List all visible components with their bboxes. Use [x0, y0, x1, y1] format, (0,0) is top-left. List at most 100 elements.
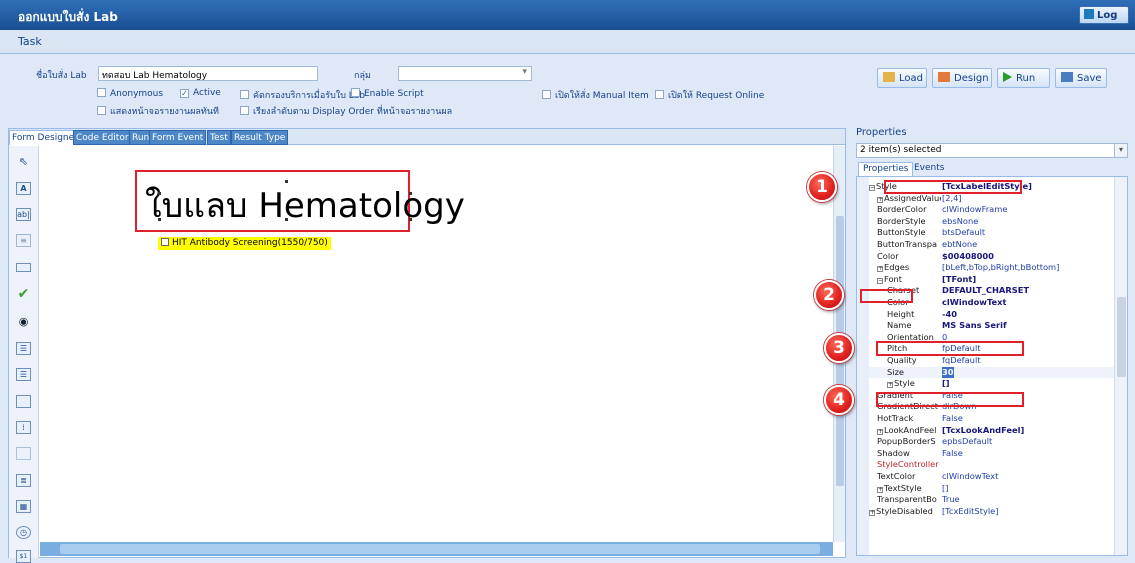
property-row[interactable]: ButtonStyle btsDefault	[869, 227, 1115, 238]
property-row[interactable]: Shadow False	[869, 448, 1115, 459]
canvas-title-label[interactable]: ใบแลบ Hematology	[145, 178, 465, 232]
property-value[interactable]: btsDefault	[942, 227, 1114, 238]
enable-script-checkbox[interactable]: Enable Script	[351, 88, 424, 99]
group-select[interactable]: ▾	[398, 66, 532, 81]
property-value[interactable]: 30	[942, 366, 954, 378]
property-row[interactable]: StyleController	[869, 459, 1115, 470]
property-value[interactable]: [TcxEditStyle]	[942, 506, 1114, 517]
property-value[interactable]: []	[942, 483, 1114, 494]
property-row[interactable]: Size 30	[869, 366, 1115, 378]
property-value[interactable]: DEFAULT_CHARSET	[942, 285, 1114, 296]
resize-handle[interactable]	[158, 192, 161, 195]
property-value[interactable]: True	[942, 494, 1114, 505]
property-row[interactable]: BorderColor clWindowFrame	[869, 204, 1115, 215]
memo-tool-icon[interactable]: ≡	[16, 234, 31, 247]
property-row[interactable]: Quality fqDefault	[869, 355, 1115, 366]
tab-events[interactable]: Events	[910, 162, 948, 176]
property-row[interactable]: +LookAndFeel [TcxLookAndFeel]	[869, 425, 1115, 436]
property-value[interactable]: False	[942, 413, 1114, 424]
resize-handle[interactable]	[285, 180, 288, 183]
property-value[interactable]: clWindowText	[942, 471, 1114, 482]
pointer-icon[interactable]: ⇖	[16, 156, 31, 169]
property-row[interactable]: +Edges [bLeft,bTop,bRight,bBottom]	[869, 262, 1115, 273]
resize-handle[interactable]	[285, 218, 288, 221]
shape-tool-icon[interactable]	[16, 447, 31, 460]
property-row[interactable]: Name MS Sans Serif	[869, 320, 1115, 331]
resize-handle[interactable]	[158, 218, 161, 221]
property-value[interactable]: [TFont]	[942, 274, 1114, 285]
expand-icon[interactable]: +	[877, 428, 883, 435]
spin-tool-icon[interactable]: $1	[16, 550, 31, 563]
checkbox-tool-icon[interactable]: ✔	[16, 287, 31, 302]
show-result-checkbox[interactable]: แสดงหน้าจอรายงานผลทันที	[97, 104, 219, 118]
property-value[interactable]: fqDefault	[942, 355, 1114, 366]
expand-icon[interactable]: +	[877, 196, 883, 203]
property-row[interactable]: +AssignedValue [2,4]	[869, 193, 1115, 204]
property-value[interactable]: []	[942, 378, 1114, 389]
expand-icon[interactable]: +	[877, 266, 883, 273]
filter-service-checkbox[interactable]: คัดกรองบริการเมื่อรับใบ Lab	[240, 88, 365, 102]
radio-tool-icon[interactable]: ◉	[16, 316, 31, 329]
active-checkbox[interactable]: ✓ Active	[180, 88, 221, 98]
edit-tool-icon[interactable]: ab|	[16, 208, 31, 221]
property-row[interactable]: Height -40	[869, 309, 1115, 320]
property-value[interactable]: ebtNone	[942, 239, 1114, 250]
property-row[interactable]: TransparentBo True	[869, 494, 1115, 505]
tab-result-type[interactable]: Result Type	[231, 130, 289, 145]
display-order-checkbox[interactable]: เรียงลำดับตาม Display Order ที่หน้าจอราย…	[240, 104, 452, 118]
tab-test[interactable]: Test	[207, 130, 231, 145]
property-value[interactable]: ebsNone	[942, 216, 1114, 227]
hit-antibody-checkbox[interactable]: HIT Antibody Screening(1550/750)	[158, 237, 331, 250]
scroll-thumb[interactable]	[1117, 297, 1126, 377]
button-tool-icon[interactable]	[16, 263, 31, 272]
expand-icon[interactable]: +	[887, 382, 893, 389]
property-row[interactable]: BorderStyle ebsNone	[869, 216, 1115, 227]
task-menu-item[interactable]: Task	[18, 35, 42, 48]
label-tool-icon[interactable]: A	[16, 182, 31, 195]
canvas-horizontal-scrollbar[interactable]	[40, 542, 833, 556]
property-row[interactable]: Color $00408000	[869, 251, 1115, 262]
panel-tool-icon[interactable]	[16, 395, 31, 408]
property-value[interactable]: MS Sans Serif	[942, 320, 1114, 331]
form-canvas[interactable]: ใบแลบ Hematology HIT Antibody Screening(…	[40, 146, 833, 542]
selection-dropdown[interactable]: 2 item(s) selected ▾	[856, 143, 1128, 158]
property-grid-scrollbar[interactable]	[1114, 177, 1127, 555]
property-value[interactable]: -40	[942, 309, 1114, 320]
log-button[interactable]: Log	[1079, 6, 1129, 24]
tab-form-designer[interactable]: Form Designer	[9, 130, 81, 145]
expand-icon[interactable]: +	[869, 509, 875, 516]
tab-properties[interactable]: Properties	[858, 162, 914, 176]
canvas-title-selection[interactable]: ใบแลบ Hematology	[135, 170, 465, 232]
property-value[interactable]: clWindowText	[942, 297, 1114, 308]
property-value[interactable]: epbsDefault	[942, 436, 1114, 447]
property-value[interactable]: [bLeft,bTop,bRight,bBottom]	[942, 262, 1114, 273]
property-value[interactable]: $00408000	[942, 251, 1114, 262]
expand-icon[interactable]: +	[877, 486, 883, 493]
run-button[interactable]: Run	[997, 68, 1050, 88]
tab-code-editor[interactable]: Code Editor	[73, 130, 132, 145]
property-row[interactable]: TextColor clWindowText	[869, 471, 1115, 482]
save-button[interactable]: Save	[1055, 68, 1107, 88]
tab-form-event[interactable]: Form Event	[149, 130, 207, 145]
grid-tool-icon[interactable]: ≣	[16, 474, 31, 487]
property-value[interactable]: False	[942, 448, 1114, 459]
property-row[interactable]: +StyleDisabled [TcxEditStyle]	[869, 506, 1115, 517]
combobox-tool-icon[interactable]: ☰	[16, 368, 31, 381]
group-tool-icon[interactable]: ⁞	[16, 421, 31, 434]
property-value[interactable]: clWindowFrame	[942, 204, 1114, 215]
load-button[interactable]: Load	[877, 68, 927, 88]
collapse-icon[interactable]: −	[869, 185, 875, 191]
property-row[interactable]: +Style[]	[869, 378, 1115, 389]
clock-tool-icon[interactable]: ◷	[16, 526, 31, 539]
design-button[interactable]: Design	[932, 68, 992, 88]
property-row[interactable]: HotTrack False	[869, 413, 1115, 424]
lab-name-input[interactable]: ทดสอบ Lab Hematology	[98, 66, 318, 81]
anonymous-checkbox[interactable]: Anonymous	[97, 88, 163, 99]
resize-handle[interactable]	[409, 218, 412, 221]
manual-item-checkbox[interactable]: เปิดให้สั่ง Manual Item	[542, 88, 649, 102]
property-value[interactable]: [TcxLookAndFeel]	[942, 425, 1114, 436]
request-online-checkbox[interactable]: เปิดให้ Request Online	[655, 88, 764, 102]
collapse-icon[interactable]: −	[877, 277, 883, 284]
resize-handle[interactable]	[409, 192, 412, 195]
property-row[interactable]: +TextStyle[]	[869, 483, 1115, 494]
